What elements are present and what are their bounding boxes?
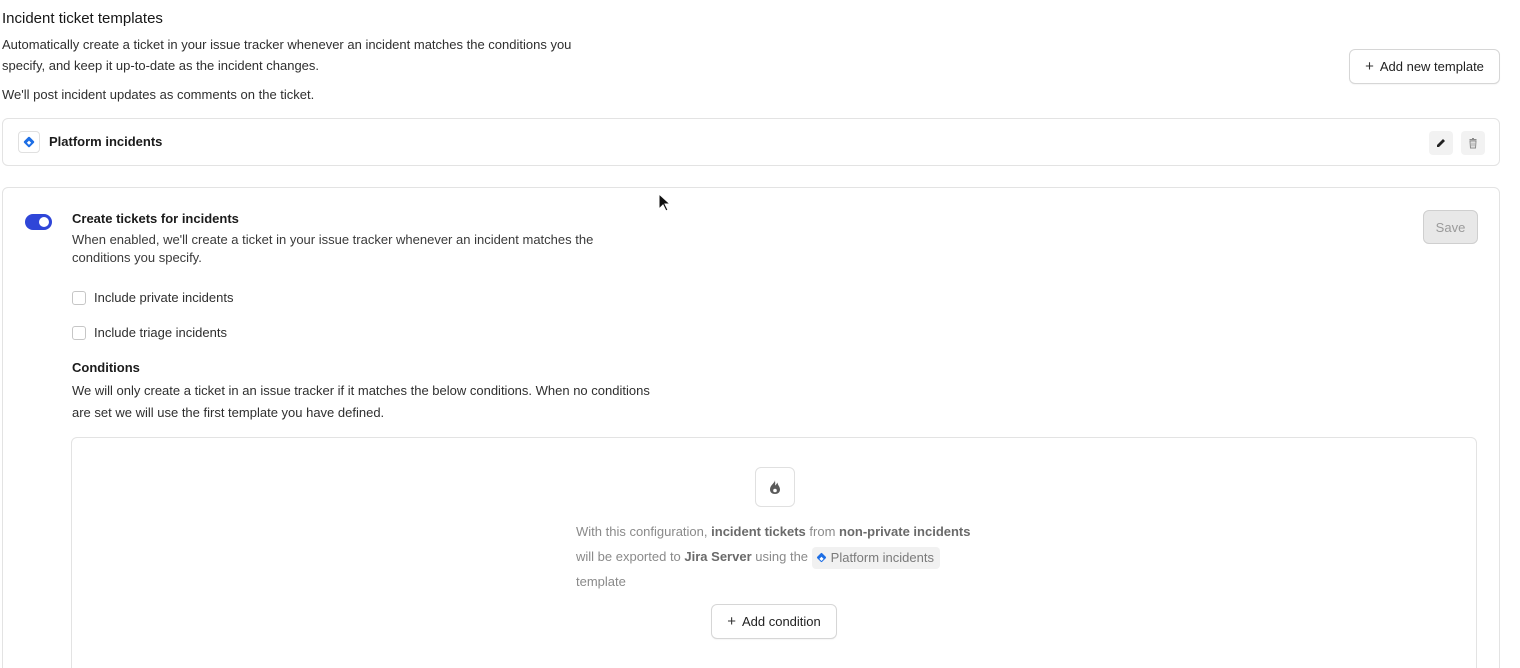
page-description-secondary: We'll post incident updates as comments …: [2, 87, 315, 102]
template-pill: Platform incidents: [811, 546, 940, 569]
template-row[interactable]: Platform incidents: [2, 118, 1500, 166]
summary-text: With this configuration, incident ticket…: [576, 519, 976, 594]
include-triage-checkbox[interactable]: [72, 325, 86, 340]
add-new-template-button[interactable]: + Add new template: [1349, 49, 1500, 84]
add-condition-label: Add condition: [741, 614, 821, 629]
add-new-template-label: Add new template: [1379, 59, 1484, 74]
summary-bold1: incident tickets: [711, 524, 806, 539]
mouse-cursor-icon: [658, 193, 672, 212]
summary-part5: template: [576, 574, 626, 589]
summary-part2: from: [809, 524, 836, 539]
include-private-checkbox-row[interactable]: Include private incidents: [72, 290, 233, 305]
enable-toggle[interactable]: [25, 214, 52, 230]
summary-bold3: Jira Server: [684, 549, 752, 564]
plus-icon: +: [727, 613, 736, 630]
jira-icon: [816, 552, 827, 563]
edit-icon[interactable]: [1429, 131, 1453, 155]
config-description: When enabled, we'll create a ticket in y…: [72, 232, 594, 265]
conditions-box: With this configuration, incident ticket…: [71, 437, 1477, 668]
include-triage-checkbox-row[interactable]: Include triage incidents: [72, 325, 227, 340]
trash-icon[interactable]: [1461, 131, 1485, 155]
page-description: Automatically create a ticket in your is…: [2, 37, 572, 73]
summary-part4: using the: [755, 549, 809, 564]
save-button[interactable]: Save: [1423, 210, 1478, 244]
include-private-label: Include private incidents: [94, 290, 234, 305]
template-pill-label: Platform incidents: [830, 550, 934, 566]
summary-part3: will be exported to: [576, 549, 681, 564]
include-triage-label: Include triage incidents: [94, 325, 227, 340]
add-condition-button[interactable]: + Add condition: [711, 604, 837, 639]
jira-icon: [18, 131, 40, 153]
summary-part1: With this configuration,: [576, 524, 708, 539]
config-card: Create tickets for incidents When enable…: [2, 187, 1500, 668]
conditions-title: Conditions: [72, 360, 140, 375]
summary-bold2: non-private incidents: [839, 524, 971, 539]
flame-icon: [755, 467, 795, 507]
template-name: Platform incidents: [49, 134, 163, 149]
config-title: Create tickets for incidents: [72, 211, 239, 226]
conditions-description: We will only create a ticket in an issue…: [72, 383, 650, 420]
page-title: Incident ticket templates: [2, 10, 163, 27]
plus-icon: +: [1365, 58, 1374, 75]
include-private-checkbox[interactable]: [72, 290, 86, 305]
